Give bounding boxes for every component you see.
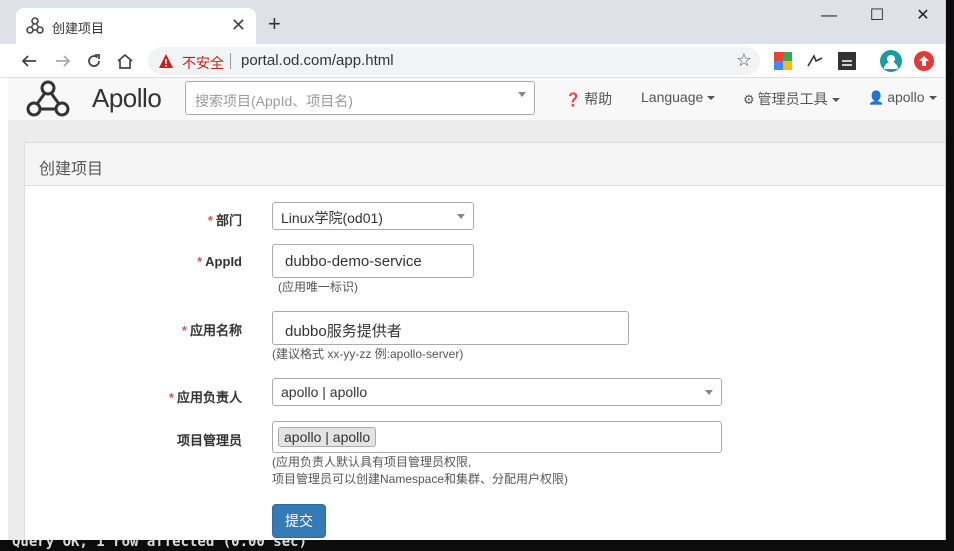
address-divider xyxy=(230,53,231,69)
question-circle-icon: ❓ xyxy=(565,92,582,107)
browser-window: 创建项目 ✕ + — ☐ ✕ 不安全 portal.od.com/app.htm… xyxy=(0,0,946,540)
app-name-label-text: 应用名称 xyxy=(189,323,242,338)
required-mark: * xyxy=(168,390,174,405)
user-menu[interactable]: 👤 apollo xyxy=(868,89,937,106)
admins-label-text: 项目管理员 xyxy=(176,433,242,448)
browser-toolbar: 不安全 portal.od.com/app.html ☆ xyxy=(0,44,945,78)
caret-down-icon xyxy=(928,96,937,101)
chevron-down-icon xyxy=(518,92,526,97)
app-name-input[interactable]: dubbo服务提供者 xyxy=(272,311,629,345)
extension-color-icon[interactable] xyxy=(774,52,792,70)
appid-input[interactable]: dubbo-demo-service xyxy=(272,244,474,278)
caret-down-icon xyxy=(707,96,716,101)
apollo-logo[interactable]: Apollo xyxy=(22,79,162,119)
title-bar: 创建项目 ✕ + — ☐ ✕ xyxy=(0,0,945,44)
insecure-label[interactable]: 不安全 xyxy=(182,53,224,73)
user-icon: 👤 xyxy=(868,90,885,105)
tab-title: 创建项目 xyxy=(52,21,105,36)
home-icon[interactable] xyxy=(112,48,138,74)
back-arrow-icon[interactable] xyxy=(16,48,42,74)
project-search-select[interactable]: 搜索项目(AppId、项目名) xyxy=(185,81,535,115)
department-select[interactable]: Linux学院(od01) xyxy=(272,202,474,230)
bookmark-star-icon[interactable]: ☆ xyxy=(736,50,752,71)
close-window-button[interactable]: ✕ xyxy=(900,4,945,28)
app-header: Apollo 搜索项目(AppId、项目名) ❓ 帮助 Language ⚙ 管理员… xyxy=(8,78,945,120)
required-mark: * xyxy=(181,323,187,338)
search-placeholder: 搜索项目(AppId、项目名) xyxy=(195,93,353,109)
owner-select[interactable]: apollo | apollo xyxy=(272,378,722,406)
admins-help: (应用负责人默认具有项目管理员权限, 项目管理员可以创建Namespace和集群… xyxy=(272,454,568,488)
department-label-text: 部门 xyxy=(215,213,242,228)
apollo-logo-icon xyxy=(26,80,70,117)
browser-tab[interactable]: 创建项目 ✕ xyxy=(16,8,256,44)
apollo-favicon-icon xyxy=(26,17,44,34)
appid-help: (应用唯一标识) xyxy=(278,280,358,294)
admins-help-line1: (应用负责人默认具有项目管理员权限, xyxy=(272,455,472,469)
app-name-label: * 应用名称 xyxy=(122,320,242,339)
submit-button[interactable]: 提交 xyxy=(272,504,326,538)
caret-down-icon xyxy=(831,98,840,103)
help-label: 帮助 xyxy=(584,91,613,107)
chevron-down-icon xyxy=(457,214,465,219)
admin-tools-label: 管理员工具 xyxy=(757,91,828,107)
logo-text: Apollo xyxy=(92,83,162,113)
required-mark: * xyxy=(207,213,213,228)
profile-avatar-icon[interactable] xyxy=(880,50,902,72)
department-value: Linux学院(od01) xyxy=(281,210,383,226)
admins-label: 项目管理员 xyxy=(122,430,242,449)
appid-value: dubbo-demo-service xyxy=(285,253,422,270)
owner-value: apollo | apollo xyxy=(281,384,368,400)
help-link[interactable]: ❓ 帮助 xyxy=(565,89,612,109)
create-project-panel: 创建项目 * 部门 Linux学院(od01) * AppId dubbo-demo… xyxy=(24,142,945,540)
forward-arrow-icon[interactable] xyxy=(50,48,76,74)
gear-icon: ⚙ xyxy=(743,92,755,107)
app-name-help: (建议格式 xx-yy-zz 例:apollo-server) xyxy=(272,347,464,361)
appid-label-text: AppId xyxy=(205,254,242,269)
admin-tag[interactable]: apollo | apollo xyxy=(278,427,377,447)
warning-icon xyxy=(159,54,173,68)
address-bar[interactable]: 不安全 portal.od.com/app.html ☆ xyxy=(148,47,760,75)
user-label: apollo xyxy=(887,89,925,105)
appid-label: * AppId xyxy=(122,254,242,269)
maximize-button[interactable]: ☐ xyxy=(854,4,900,28)
admins-help-line2: 项目管理员可以创建Namespace和集群、分配用户权限) xyxy=(272,472,569,486)
required-mark: * xyxy=(197,254,203,269)
app-name-value: dubbo服务提供者 xyxy=(285,323,402,340)
main-content: 创建项目 * 部门 Linux学院(od01) * AppId dubbo-demo… xyxy=(8,120,945,540)
url-text[interactable]: portal.od.com/app.html xyxy=(241,52,394,69)
chevron-down-icon xyxy=(705,390,713,395)
owner-label-text: 应用负责人 xyxy=(176,390,242,405)
reload-icon[interactable] xyxy=(81,48,107,74)
admins-multiselect[interactable]: apollo | apollo xyxy=(272,421,722,453)
department-label: * 部门 xyxy=(122,210,242,229)
update-arrow-icon[interactable] xyxy=(914,51,934,71)
new-tab-button[interactable]: + xyxy=(268,12,281,36)
panel-heading: 创建项目 xyxy=(25,143,945,186)
panel-title: 创建项目 xyxy=(39,161,104,178)
language-menu[interactable]: Language xyxy=(641,89,716,105)
extension-selenium-icon[interactable] xyxy=(838,52,856,70)
tab-close-icon[interactable]: ✕ xyxy=(231,15,246,35)
extension-translate-icon[interactable] xyxy=(806,52,824,70)
owner-label: * 应用负责人 xyxy=(122,387,242,406)
language-label: Language xyxy=(641,89,704,105)
minimize-button[interactable]: — xyxy=(806,4,852,28)
admin-tools-menu[interactable]: ⚙ 管理员工具 xyxy=(743,89,840,109)
terminal-background-right xyxy=(946,0,954,551)
